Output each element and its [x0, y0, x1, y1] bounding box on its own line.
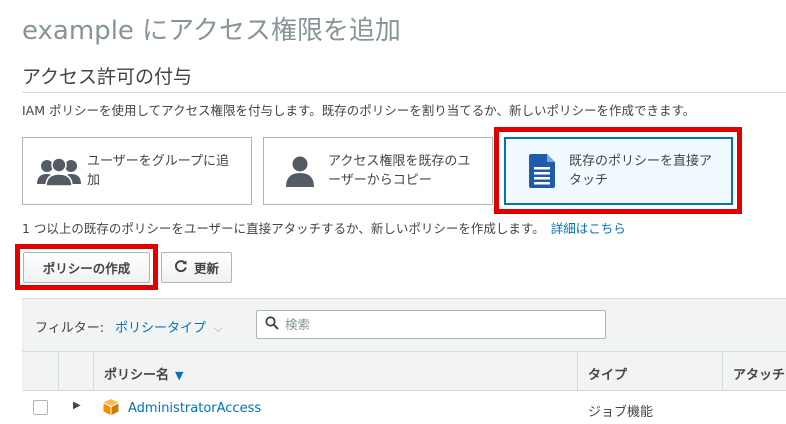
column-header-label: ポリシー名 — [104, 368, 170, 383]
sort-descending-icon: ▼ — [175, 369, 184, 382]
filter-bar: フィルター: ポリシータイプ ⌵ — [22, 299, 786, 351]
search-input[interactable] — [285, 317, 585, 332]
refresh-button[interactable]: 更新 — [161, 252, 232, 283]
chevron-down-icon: ⌵ — [214, 322, 223, 335]
group-icon — [35, 156, 83, 186]
expand-caret-icon[interactable]: ▶ — [73, 400, 81, 411]
info-text-line: 1 つ以上の既存のポリシーをユーザーに直接アタッチするか、新しいポリシーを作成し… — [22, 218, 626, 237]
info-text: 1 つ以上の既存のポリシーをユーザーに直接アタッチするか、新しいポリシーを作成し… — [22, 221, 545, 236]
option-add-to-group[interactable]: ユーザーをグループに追加 — [22, 137, 252, 205]
option-label: アクセス権限を既存のユーザーからコピー — [328, 153, 471, 189]
row-checkbox[interactable] — [33, 400, 48, 415]
column-divider — [577, 352, 578, 390]
search-box[interactable] — [256, 310, 606, 339]
filter-label: フィルター: — [35, 321, 105, 336]
table-row[interactable]: ▶ AdministratorAccess ジョブ機能 — [22, 391, 786, 424]
filter-dropdown-value: ポリシータイプ — [115, 321, 207, 336]
column-divider — [722, 352, 723, 390]
column-header-type[interactable]: タイプ — [588, 364, 627, 383]
page-title: example にアクセス権限を追加 — [22, 16, 401, 46]
policy-table: フィルター: ポリシータイプ ⌵ ポリシー名 ▼ タイプ アタッチ ▶ — [22, 298, 786, 424]
user-icon — [276, 155, 324, 187]
refresh-label: 更新 — [193, 261, 219, 276]
policy-name-link[interactable]: AdministratorAccess — [128, 401, 261, 416]
column-divider — [58, 352, 59, 390]
section-description: IAM ポリシーを使用してアクセス権限を付与します。既存のポリシーを割り当てるか… — [22, 103, 696, 118]
column-divider — [93, 352, 94, 390]
policy-type: ジョブ機能 — [588, 405, 654, 420]
policy-cube-icon — [102, 398, 120, 416]
column-header-attached[interactable]: アタッチ — [733, 364, 785, 383]
create-policy-button[interactable]: ポリシーの作成 — [23, 252, 150, 283]
create-policy-label: ポリシーの作成 — [42, 261, 131, 276]
policy-type-filter-dropdown[interactable]: ポリシータイプ ⌵ — [115, 317, 222, 336]
option-copy-permissions[interactable]: アクセス権限を既存のユーザーからコピー — [263, 137, 493, 205]
table-header: ポリシー名 ▼ タイプ アタッチ — [22, 351, 786, 391]
search-icon — [265, 315, 279, 334]
section-title: アクセス許可の付与 — [22, 66, 193, 88]
option-label: ユーザーをグループに追加 — [87, 153, 229, 189]
annotation-highlight-selected-option — [494, 127, 742, 214]
learn-more-link[interactable]: 詳細はこちら — [551, 221, 626, 236]
refresh-icon — [174, 259, 188, 276]
column-header-policy-name[interactable]: ポリシー名 ▼ — [104, 364, 183, 383]
section-divider — [22, 92, 786, 93]
